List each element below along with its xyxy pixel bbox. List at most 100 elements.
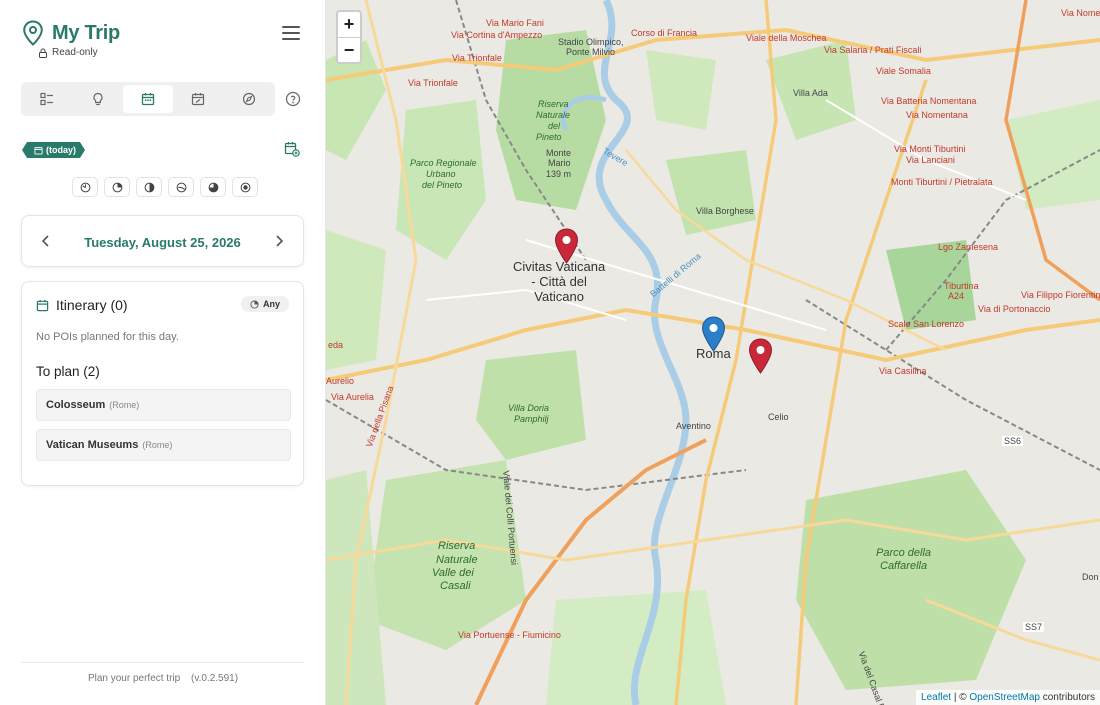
- street-label: Via Mario Fani: [486, 18, 544, 28]
- landmark-label: 139 m: [546, 169, 572, 179]
- readonly-label: Read-only: [52, 47, 98, 58]
- tab-list[interactable]: [22, 85, 72, 113]
- app-version: (v.0.2.591): [190, 673, 239, 684]
- landmark-label: Stadio Olimpico,: [558, 37, 624, 47]
- street-label: Tiburtina: [944, 281, 979, 291]
- street-label: eda: [328, 340, 344, 350]
- park-label: Parco della: [876, 547, 932, 559]
- time-filter-all[interactable]: [232, 177, 258, 197]
- poi-name: Vatican Museums: [46, 439, 139, 451]
- zoom-control: + −: [336, 10, 362, 64]
- street-label: Via Aurelia: [331, 392, 374, 402]
- tab-calendar-edit[interactable]: [173, 85, 223, 113]
- map-view[interactable]: + − Via Mario Fani Via Cortina d'Ampezzo…: [326, 0, 1100, 705]
- today-label: (today): [46, 145, 76, 155]
- chevron-right-icon[interactable]: [271, 233, 287, 249]
- lightbulb-icon: [93, 92, 103, 106]
- itinerary-title: Itinerary (0): [56, 297, 128, 313]
- street-label: Via Nomentana: [906, 110, 968, 120]
- clock-all-icon: [240, 182, 250, 192]
- itinerary-card: Itinerary (0) Any No POIs planned for th…: [21, 281, 304, 486]
- park-label: Riserva: [538, 99, 569, 109]
- landmark-label: Celio: [768, 412, 789, 422]
- current-date[interactable]: Tuesday, August 25, 2026: [22, 235, 303, 250]
- time-filter-evening[interactable]: [168, 177, 194, 197]
- date-navigator: Tuesday, August 25, 2026: [21, 215, 304, 267]
- compass-icon: [242, 92, 255, 106]
- clock-evening-icon: [176, 182, 186, 192]
- calendar-icon: [36, 299, 49, 311]
- today-badge[interactable]: (today): [22, 142, 85, 158]
- clock-midday-icon: [112, 182, 122, 192]
- map-pin-logo-icon: [23, 20, 43, 46]
- park-label: Urbano: [426, 169, 456, 179]
- park-label: Villa Doria: [508, 403, 549, 413]
- time-filter-night[interactable]: [200, 177, 226, 197]
- street-label: Via Portuense - Fiumicino: [458, 630, 561, 640]
- empty-itinerary-message: No POIs planned for this day.: [36, 331, 179, 343]
- landmark-label: Monte: [546, 148, 572, 158]
- landmark-label: Villa Ada: [793, 88, 828, 98]
- poi-name: Colosseum: [46, 399, 106, 411]
- park-label: Naturale: [436, 554, 478, 566]
- marker-red-icon[interactable]: [554, 228, 579, 264]
- to-plan-item[interactable]: Colosseum (Rome): [36, 389, 291, 421]
- tab-explore[interactable]: [224, 85, 274, 113]
- park-label: del Pineto: [422, 180, 463, 190]
- landmark-label: Villa Borghese: [696, 206, 754, 216]
- place-line: - Città del: [531, 274, 587, 289]
- osm-link[interactable]: OpenStreetMap: [969, 692, 1040, 703]
- park-label: Riserva: [438, 540, 476, 552]
- street-label: Via Cortina d'Ampezzo: [451, 30, 543, 40]
- to-plan-title: To plan (2): [36, 364, 100, 379]
- leaflet-link[interactable]: Leaflet: [921, 692, 951, 703]
- landmark-label: Aventino: [676, 421, 711, 431]
- park-label: Naturale: [536, 110, 571, 120]
- to-plan-item[interactable]: Vatican Museums (Rome): [36, 429, 291, 461]
- landmark-label: Ponte Milvio: [566, 47, 616, 57]
- calendar-add-icon[interactable]: [284, 141, 300, 157]
- park-label: Casali: [440, 580, 471, 592]
- street-label: A24: [948, 291, 965, 301]
- time-filter-midday[interactable]: [104, 177, 130, 197]
- zoom-in-button[interactable]: +: [338, 12, 360, 37]
- view-tabs: [21, 82, 275, 116]
- park-label: del: [548, 121, 561, 131]
- place-line: Vaticano: [534, 289, 584, 304]
- help-icon[interactable]: [285, 91, 301, 107]
- street-label: Via Filippo Fiorentini: [1021, 290, 1100, 300]
- hamburger-menu-button[interactable]: [282, 26, 300, 42]
- road-shield: SS7: [1023, 622, 1045, 632]
- street-label: Via Trionfale: [408, 78, 458, 88]
- clock-night-icon: [208, 182, 218, 192]
- calendar-edit-icon: [192, 93, 205, 106]
- lock-icon: [39, 48, 47, 58]
- map-attribution: Leaflet | © OpenStreetMap contributors: [916, 690, 1100, 705]
- street-label: Monti Tiburtini / Pietralata: [891, 177, 993, 187]
- street-label: Viale della Moschea: [746, 33, 827, 43]
- time-filter-morning[interactable]: [72, 177, 98, 197]
- footer: Plan your perfect trip (v.0.2.591): [0, 673, 326, 684]
- sidebar: My Trip Read-only (today) Tuesday, Augus…: [0, 0, 326, 705]
- clock-morning-icon: [80, 182, 90, 192]
- attribution-contributors: contributors: [1039, 692, 1095, 703]
- any-time-badge[interactable]: Any: [240, 296, 289, 312]
- tab-ideas[interactable]: [72, 85, 122, 113]
- park-label: Pamphilj: [514, 414, 549, 424]
- calendar-icon: [141, 93, 155, 106]
- marker-blue-icon[interactable]: [701, 316, 726, 352]
- tab-calendar[interactable]: [122, 85, 174, 113]
- hamburger-bar: [282, 32, 300, 34]
- park-label: Pineto: [536, 132, 562, 142]
- poi-city: (Rome): [109, 400, 140, 410]
- zoom-out-button[interactable]: −: [338, 37, 360, 62]
- brand: My Trip: [22, 20, 120, 46]
- street-label: Don: [1082, 572, 1099, 582]
- marker-red-icon[interactable]: [748, 338, 773, 374]
- attribution-separator: | ©: [951, 692, 970, 703]
- street-label: Via Salaria / Prati Fiscali: [824, 45, 922, 55]
- readonly-indicator: Read-only: [38, 47, 98, 58]
- street-label: Via Casilina: [879, 366, 927, 376]
- calendar-small-icon: [34, 146, 43, 155]
- time-filter-afternoon[interactable]: [136, 177, 162, 197]
